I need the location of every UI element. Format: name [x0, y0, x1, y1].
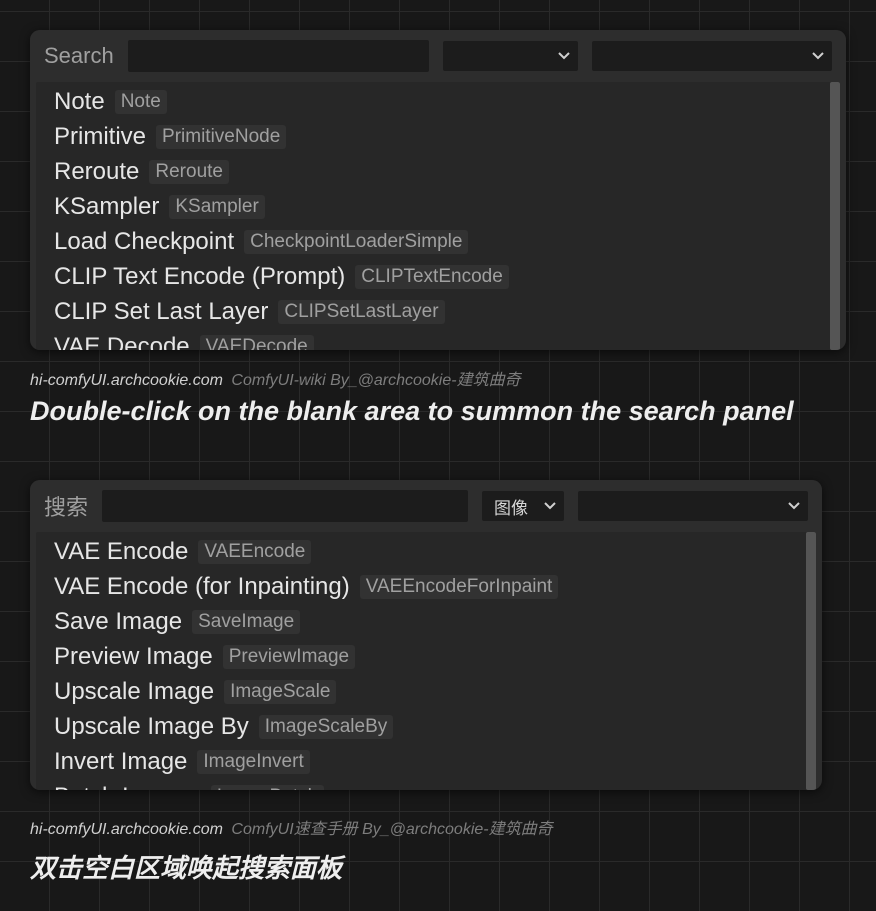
node-display: Reroute — [54, 158, 139, 186]
results-list[interactable]: VAE Encode VAEEncode VAE Encode (for Inpa… — [36, 532, 816, 790]
chevron-down-icon — [544, 502, 556, 510]
node-display: CLIP Text Encode (Prompt) — [54, 263, 345, 291]
node-id: ImageScale — [224, 680, 336, 704]
list-item[interactable]: Load Checkpoint CheckpointLoaderSimple — [54, 224, 836, 259]
node-display: CLIP Set Last Layer — [54, 298, 268, 326]
node-display: Invert Image — [54, 748, 187, 776]
category-select-2[interactable] — [578, 491, 808, 521]
chevron-down-icon — [558, 52, 570, 60]
list-item[interactable]: VAE Encode (for Inpainting) VAEEncodeForI… — [54, 569, 812, 604]
node-id: PreviewImage — [223, 645, 355, 669]
node-id: VAEEncode — [198, 540, 311, 564]
credit-byline: ComfyUI-wiki By_@archcookie-建筑曲奇 — [231, 372, 520, 389]
node-display: VAE Encode (for Inpainting) — [54, 573, 350, 601]
search-label: Search — [44, 43, 114, 69]
list-item[interactable]: VAE Decode VAEDecode — [54, 329, 836, 350]
node-display: KSampler — [54, 193, 159, 221]
node-display: Primitive — [54, 123, 146, 151]
list-item[interactable]: Preview Image PreviewImage — [54, 639, 812, 674]
credit-domain: hi-comfyUI.archcookie.com — [30, 372, 223, 389]
node-display: VAE Decode — [54, 333, 190, 351]
node-id: Reroute — [149, 160, 229, 184]
node-id: VAEDecode — [200, 335, 314, 351]
search-input[interactable] — [102, 490, 468, 522]
credit-byline: ComfyUI速查手册 By_@archcookie-建筑曲奇 — [231, 821, 552, 838]
list-item[interactable]: Reroute Reroute — [54, 154, 836, 189]
list-item[interactable]: KSampler KSampler — [54, 189, 836, 224]
credit-line: hi-comfyUI.archcookie.com ComfyUI速查手册 By… — [30, 815, 553, 839]
list-item[interactable]: VAE Encode VAEEncode — [54, 534, 812, 569]
search-label: 搜索 — [44, 490, 88, 522]
results-list[interactable]: NoteNote PrimitivePrimitiveNode RerouteR… — [36, 82, 840, 350]
search-header: 搜索 图像 — [30, 480, 822, 532]
list-item[interactable]: CLIP Set Last Layer CLIPSetLastLayer — [54, 294, 836, 329]
list-item[interactable]: Note Note — [54, 84, 836, 119]
list-item[interactable]: Batch Images ImageBatch — [54, 779, 812, 790]
list-item[interactable]: Primitive PrimitiveNode — [54, 119, 836, 154]
node-id: CheckpointLoaderSimple — [244, 230, 468, 254]
node-display: VAE Encode — [54, 538, 188, 566]
search-panel-cn: 搜索 图像 VAE Encode VAEEncode VAE Encode (fo… — [30, 480, 822, 790]
credit-domain: hi-comfyUI.archcookie.com — [30, 821, 223, 838]
list-item[interactable]: Upscale Image By ImageScaleBy — [54, 709, 812, 744]
list-item[interactable]: Invert Image ImageInvert — [54, 744, 812, 779]
chevron-down-icon — [812, 52, 824, 60]
list-item[interactable]: CLIP Text Encode (Prompt) CLIPTextEncode — [54, 259, 836, 294]
node-id: Note — [115, 90, 167, 114]
category-select-1[interactable]: 图像 — [482, 491, 564, 521]
search-panel-en: Search Note Note Primitive PrimitiveNode R… — [30, 30, 846, 350]
node-display: Load Checkpoint — [54, 228, 234, 256]
node-id: KSampler — [169, 195, 264, 219]
node-id: SaveImage — [192, 610, 300, 634]
node-display: Upscale Image By — [54, 713, 249, 741]
search-input[interactable] — [128, 40, 429, 72]
select-value: 图像 — [494, 494, 528, 519]
search-header: Search — [30, 30, 846, 82]
node-id: CLIPTextEncode — [355, 265, 509, 289]
node-id: VAEEncodeForInpaint — [360, 575, 559, 599]
list-item[interactable]: Upscale Image ImageScale — [54, 674, 812, 709]
node-id: CLIPSetLastLayer — [278, 300, 444, 324]
node-display: Preview Image — [54, 643, 213, 671]
list-item[interactable]: Save Image SaveImage — [54, 604, 812, 639]
node-id: ImageBatch — [211, 785, 324, 791]
node-display: Upscale Image — [54, 678, 214, 706]
node-id: ImageInvert — [197, 750, 309, 774]
category-select-2[interactable] — [592, 41, 832, 71]
node-id: ImageScaleBy — [259, 715, 394, 739]
node-id: PrimitiveNode — [156, 125, 286, 149]
credit-line: hi-comfyUI.archcookie.com ComfyUI-wiki B… — [30, 366, 521, 390]
caption-text: Double-click on the blank area to summon… — [30, 396, 794, 427]
node-display: Batch Images — [54, 783, 201, 791]
caption-text: 双击空白区域唤起搜索面板 — [30, 848, 342, 885]
chevron-down-icon — [788, 502, 800, 510]
category-select-1[interactable] — [443, 41, 578, 71]
node-display: Note — [54, 88, 105, 116]
node-display: Save Image — [54, 608, 182, 636]
